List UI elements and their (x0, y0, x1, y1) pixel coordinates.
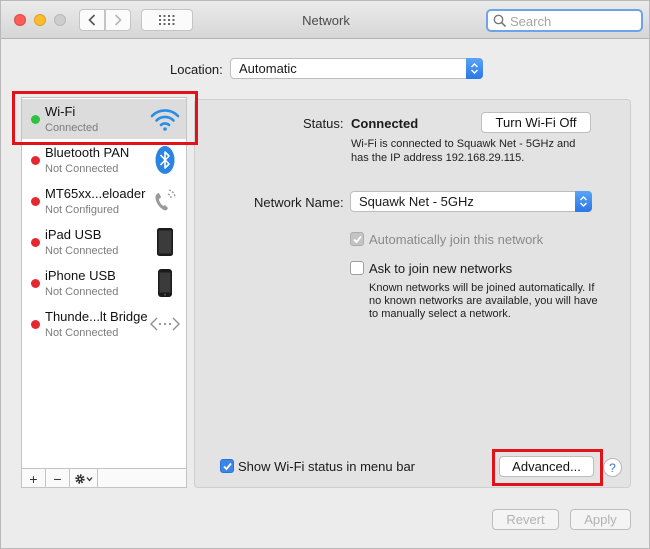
remove-service-button[interactable]: − (46, 469, 70, 488)
service-name: Thunde...lt Bridge (45, 309, 148, 324)
location-value: Automatic (239, 61, 297, 76)
network-name-select[interactable]: Squawk Net - 5GHz (350, 191, 592, 212)
show-wifi-status-checkbox[interactable] (220, 459, 234, 473)
service-list: Wi-Fi Connected Bluetooth PAN Not Connec… (21, 97, 187, 488)
search-field[interactable] (486, 9, 643, 32)
location-label: Location: (170, 62, 223, 77)
service-name: Bluetooth PAN (45, 145, 130, 160)
status-dot-disconnected (31, 197, 40, 206)
help-button[interactable]: ? (603, 458, 622, 477)
ask-join-note-line3: to manually select a network. (369, 308, 511, 320)
search-icon (493, 14, 507, 28)
service-item-mt65xx[interactable]: MT65xx...eloader Not Configured (22, 181, 186, 221)
checkmark-icon (223, 462, 232, 471)
show-wifi-status-label: Show Wi-Fi status in menu bar (238, 459, 416, 474)
service-status: Not Connected (45, 245, 119, 257)
bluetooth-icon (155, 146, 175, 174)
service-status: Not Connected (45, 163, 119, 175)
phone-handset-icon (155, 189, 176, 211)
ipad-icon (157, 228, 173, 256)
advanced-highlight-box (492, 449, 603, 486)
checkmark-icon (353, 235, 362, 244)
service-item-bluetooth-pan[interactable]: Bluetooth PAN Not Connected (22, 140, 186, 180)
status-description-line2: has the IP address 192.168.29.115. (351, 152, 525, 164)
network-preferences-window: Network Location: Automatic Wi-Fi Connec… (0, 0, 650, 549)
status-dot-disconnected (31, 238, 40, 247)
add-service-button[interactable]: + (22, 469, 46, 488)
ask-join-checkbox[interactable] (350, 261, 364, 275)
service-name: iPad USB (45, 227, 102, 242)
action-menu-button[interactable] (70, 469, 98, 488)
service-name: iPhone USB (45, 268, 116, 283)
apply-button[interactable]: Apply (570, 509, 631, 530)
auto-join-label: Automatically join this network (369, 232, 544, 247)
service-status: Not Connected (45, 286, 119, 298)
service-status: Not Configured (45, 204, 119, 216)
status-dot-disconnected (31, 156, 40, 165)
ask-join-label: Ask to join new networks (369, 261, 513, 276)
network-name-label: Network Name: (254, 195, 344, 210)
ask-join-note-line1: Known networks will be joined automatica… (369, 282, 595, 294)
service-list-toolbar: + − (22, 468, 186, 488)
service-item-thunderbolt-bridge[interactable]: Thunde...lt Bridge Not Connected (22, 304, 186, 344)
service-status: Not Connected (45, 327, 119, 339)
revert-button[interactable]: Revert (492, 509, 559, 530)
turn-wifi-off-button[interactable]: Turn Wi-Fi Off (481, 112, 591, 133)
service-item-ipad-usb[interactable]: iPad USB Not Connected (22, 222, 186, 262)
gear-icon (74, 473, 92, 484)
title-bar: Network (1, 1, 649, 39)
location-select[interactable]: Automatic (230, 58, 483, 79)
status-value: Connected (351, 116, 419, 131)
service-item-iphone-usb[interactable]: iPhone USB Not Connected (22, 263, 186, 303)
network-name-value: Squawk Net - 5GHz (359, 194, 474, 209)
auto-join-checkbox[interactable] (350, 232, 364, 246)
status-dot-disconnected (31, 320, 40, 329)
select-stepper-icon (466, 58, 483, 79)
status-label: Status: (303, 116, 344, 131)
search-input[interactable] (510, 13, 638, 29)
bridge-arrows-icon (150, 317, 180, 331)
status-description-line1: Wi-Fi is connected to Squawk Net - 5GHz … (351, 138, 576, 150)
select-stepper-icon (575, 191, 592, 212)
status-dot-disconnected (31, 279, 40, 288)
iphone-icon (158, 269, 172, 297)
service-name: MT65xx...eloader (45, 186, 146, 201)
wifi-highlight-box (12, 91, 198, 145)
ask-join-note-line2: no known networks are available, you wil… (369, 295, 598, 307)
